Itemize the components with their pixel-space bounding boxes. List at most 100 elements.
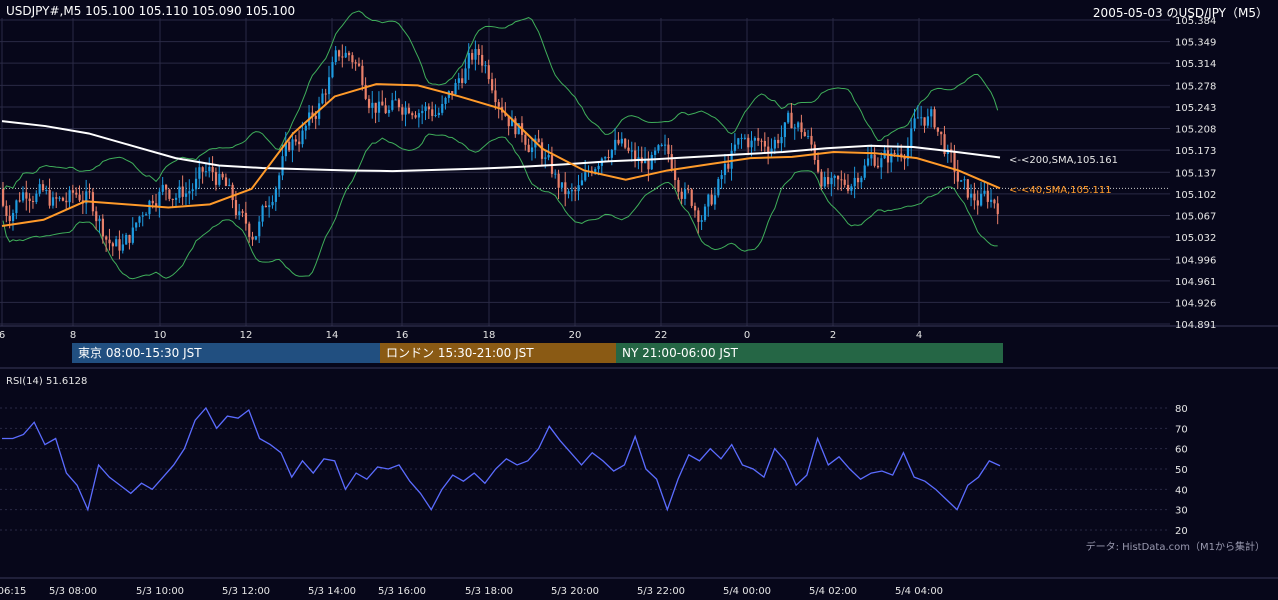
candle-body (983, 190, 986, 194)
bottom-time-tick-label: 5/3 12:00 (222, 586, 270, 597)
candle-body (25, 192, 28, 199)
candle-body (347, 52, 351, 56)
session-tokyo: 東京 08:00-15:30 JST (72, 343, 380, 363)
candle-body (41, 184, 45, 191)
candle-body (986, 190, 989, 202)
candle-body (38, 184, 41, 194)
bottom-time-tick-label: 5/3 10:00 (136, 586, 184, 597)
candle-body (421, 110, 424, 114)
candle-body (427, 106, 431, 110)
rsi-tick-label: 40 (1175, 485, 1188, 496)
candle-body (670, 154, 673, 170)
candle-body (760, 140, 763, 142)
bottom-time-tick-label: 5/4 04:00 (895, 586, 943, 597)
candle-body (584, 172, 587, 181)
candle-body (916, 117, 920, 119)
candle-body (710, 194, 713, 205)
candle-body (940, 131, 943, 135)
candle-body (31, 200, 35, 202)
candle-body (228, 184, 231, 186)
candle-body (407, 107, 411, 114)
time-tick-label: 8 (70, 330, 76, 341)
bottom-time-tick-label: 5/3 22:00 (637, 586, 685, 597)
rsi-title: RSI(14) 51.6128 (6, 376, 87, 387)
candle-body (404, 107, 407, 115)
candle-body (324, 93, 327, 95)
candle-body (800, 122, 803, 133)
candle-body (35, 193, 38, 202)
candle-body (956, 171, 959, 182)
price-tick-label: 104.926 (1175, 298, 1216, 309)
candle-body (873, 154, 876, 166)
candle-body (141, 215, 144, 217)
candle-body (371, 102, 374, 108)
candle-body (634, 150, 637, 161)
bottom-time-tick-label: 5/3 14:00 (308, 586, 356, 597)
candle-body (214, 172, 218, 185)
candle-body (384, 105, 387, 114)
candle-body (121, 244, 124, 251)
time-tick-label: 4 (916, 330, 922, 341)
candle-body (248, 223, 251, 237)
candle-body (178, 186, 181, 198)
candle-body (797, 122, 800, 128)
session-ny: NY 21:00-06:00 JST (616, 343, 1003, 363)
candle-body (763, 140, 767, 147)
candle-body (487, 65, 490, 80)
candle-body (61, 197, 65, 201)
candle-body (497, 102, 500, 107)
candle-body (161, 184, 164, 192)
price-tick-label: 105.314 (1175, 59, 1216, 70)
candle-body (118, 239, 121, 251)
candle-body (610, 149, 613, 158)
candle-body (5, 205, 8, 217)
candle-body (627, 147, 630, 151)
candle-body (783, 122, 786, 138)
candle-body (827, 177, 830, 185)
candle-body (321, 93, 324, 104)
candle-body (394, 99, 397, 101)
candle-body (457, 78, 460, 83)
session-london: ロンドン 15:30-21:00 JST (380, 343, 616, 363)
candle-body (341, 56, 344, 58)
candle-body (650, 154, 653, 170)
time-tick-label: 10 (154, 330, 167, 341)
candle-body (51, 197, 55, 206)
candle-body (131, 227, 134, 243)
rsi-tick-label: 30 (1175, 506, 1188, 517)
candle-body (976, 200, 979, 206)
candle-body (836, 175, 840, 180)
candle-body (101, 218, 104, 237)
candle-body (683, 189, 687, 199)
candle-body (461, 78, 464, 84)
candle-body (843, 179, 846, 185)
price-tick-label: 105.349 (1175, 38, 1216, 49)
candle-body (757, 137, 760, 141)
candle-body (966, 179, 969, 198)
candle-body (920, 117, 923, 119)
candle-body (8, 216, 11, 222)
candle-body (98, 218, 101, 222)
candle-body (720, 175, 723, 180)
candle-body (810, 135, 813, 145)
rsi-tick-label: 80 (1175, 404, 1188, 415)
candle-body (780, 137, 783, 144)
candle-body (620, 138, 623, 144)
candle-body (194, 178, 198, 190)
candle-body (78, 194, 81, 201)
candle-body (926, 116, 930, 126)
candle-body (567, 191, 570, 195)
bottom-time-tick-label: 5/3 08:00 (49, 586, 97, 597)
candle-body (723, 163, 727, 176)
candle-body (15, 200, 18, 214)
candle-body (740, 137, 743, 139)
candle-body (434, 115, 437, 117)
candle-body (876, 165, 880, 168)
candle-body (863, 165, 866, 178)
candle-body (377, 101, 381, 113)
candle-body (703, 206, 707, 221)
candle-body (554, 173, 557, 175)
candle-body (850, 186, 853, 191)
candle-body (241, 211, 244, 213)
candle-body (700, 220, 703, 222)
